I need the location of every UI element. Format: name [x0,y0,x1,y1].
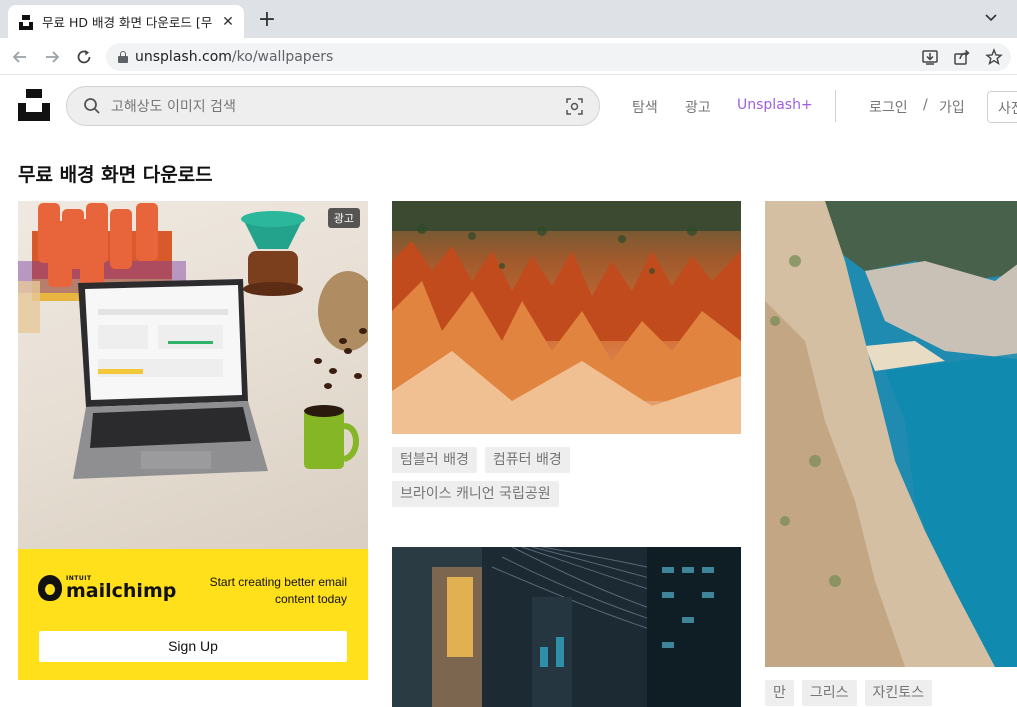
tag-tumblr-background[interactable]: 텀블러 배경 [392,447,477,473]
header-divider [835,90,836,122]
url-text: unsplash.com/ko/wallpapers [135,49,334,65]
tag-greece[interactable]: 그리스 [801,680,857,706]
nav-explore[interactable]: 탐색 [632,97,658,117]
new-tab-icon[interactable]: + [256,9,278,31]
share-icon[interactable] [953,48,971,66]
ad-footer[interactable]: INTUIT mailchimp Start creating better e… [18,549,368,680]
nav-login[interactable]: 로그인 [869,97,908,117]
tag-computer-background[interactable]: 컴퓨터 배경 [484,447,570,473]
browser-tab[interactable]: 무료 HD 배경 화면 다운로드 [무 ✕ [8,5,244,38]
visual-search-icon[interactable] [566,98,583,115]
back-icon[interactable] [9,46,31,68]
address-bar[interactable]: unsplash.com/ko/wallpapers [106,43,1011,71]
photo-navagio-beach[interactable] [765,201,1017,667]
page-title: 무료 배경 화면 다운로드 [18,164,213,186]
ad-badge: 광고 [327,208,360,228]
ad-card[interactable]: 광고 INTUIT mailchimp Start creating bette… [18,201,368,680]
forward-icon[interactable] [41,46,63,68]
chevron-down-icon[interactable] [983,9,999,25]
search-icon[interactable] [83,97,101,115]
ad-image[interactable]: 광고 [18,201,368,549]
nav-join[interactable]: 가입 [939,97,965,117]
tab-close-icon[interactable]: ✕ [220,14,236,30]
nav-unsplash-plus[interactable]: Unsplash+ [737,97,813,113]
search-placeholder: 고해상도 이미지 검색 [111,99,236,115]
photo-bryce-canyon[interactable] [392,201,741,434]
unsplash-logo-icon[interactable] [18,89,50,121]
ad-copy: Start creating better email content toda… [209,575,347,606]
unsplash-favicon-icon [18,14,34,30]
bookmark-star-icon[interactable] [985,48,1003,66]
search-input[interactable]: 고해상도 이미지 검색 [66,86,600,126]
browser-toolbar: unsplash.com/ko/wallpapers [0,38,1017,75]
mailchimp-logo[interactable]: INTUIT mailchimp [38,575,176,601]
browser-tab-bar: 무료 HD 배경 화면 다운로드 [무 ✕ + [0,0,1017,38]
tab-title: 무료 HD 배경 화면 다운로드 [무 [42,15,213,30]
submit-photo-button[interactable]: 사진 제출 [987,91,1017,123]
reload-icon[interactable] [73,46,95,68]
beach-tags: 만 그리스 자킨토스 [765,680,1017,706]
lock-icon[interactable] [118,51,128,63]
photo-city-night[interactable] [392,547,741,707]
tag-bryce-canyon[interactable]: 브라이스 캐니언 국립공원 [392,481,559,507]
nav-advertise[interactable]: 광고 [685,97,711,117]
mailchimp-label: mailchimp [66,579,177,602]
sign-up-button[interactable]: Sign Up [39,631,347,662]
install-app-icon[interactable] [921,48,939,66]
mailchimp-freddie-icon [38,575,62,601]
canyon-tags: 텀블러 배경 컴퓨터 배경 브라이스 캐니언 국립공원 [392,447,741,507]
tag-bay[interactable]: 만 [765,680,794,706]
tag-zakynthos[interactable]: 자킨토스 [864,680,933,706]
nav-separator: / [923,97,928,113]
site-header: 고해상도 이미지 검색 탐색 광고 Unsplash+ 로그인 / 가입 사진 … [0,76,1017,138]
